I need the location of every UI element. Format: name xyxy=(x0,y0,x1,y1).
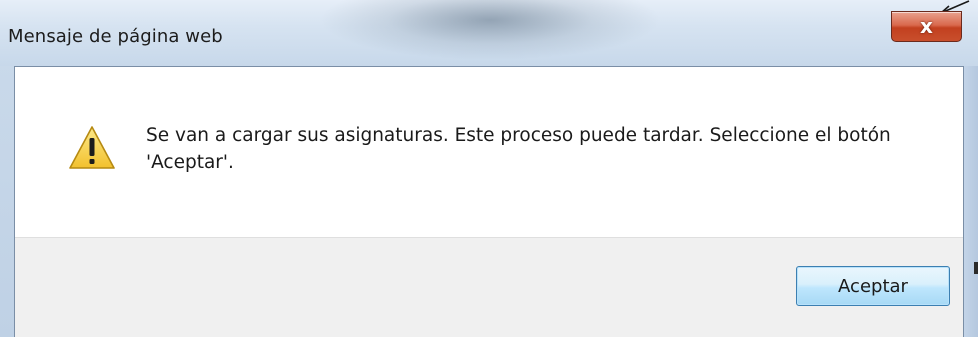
window-right-border xyxy=(964,66,978,337)
warning-icon xyxy=(69,126,115,169)
dialog-body: Se van a cargar sus asignaturas. Este pr… xyxy=(14,66,964,337)
close-icon: x xyxy=(920,14,933,38)
window-title: Mensaje de página web xyxy=(8,26,223,47)
message-area: Se van a cargar sus asignaturas. Este pr… xyxy=(15,67,963,237)
close-button[interactable]: x xyxy=(891,11,962,42)
button-bar: Aceptar xyxy=(15,237,963,337)
dialog-window: Mensaje de página web x Se van a cargar … xyxy=(0,0,978,337)
background-mark xyxy=(974,262,978,274)
dialog-message: Se van a cargar sus asignaturas. Este pr… xyxy=(146,125,891,173)
title-bar[interactable]: Mensaje de página web x xyxy=(0,0,978,66)
accept-button[interactable]: Aceptar xyxy=(796,266,950,306)
